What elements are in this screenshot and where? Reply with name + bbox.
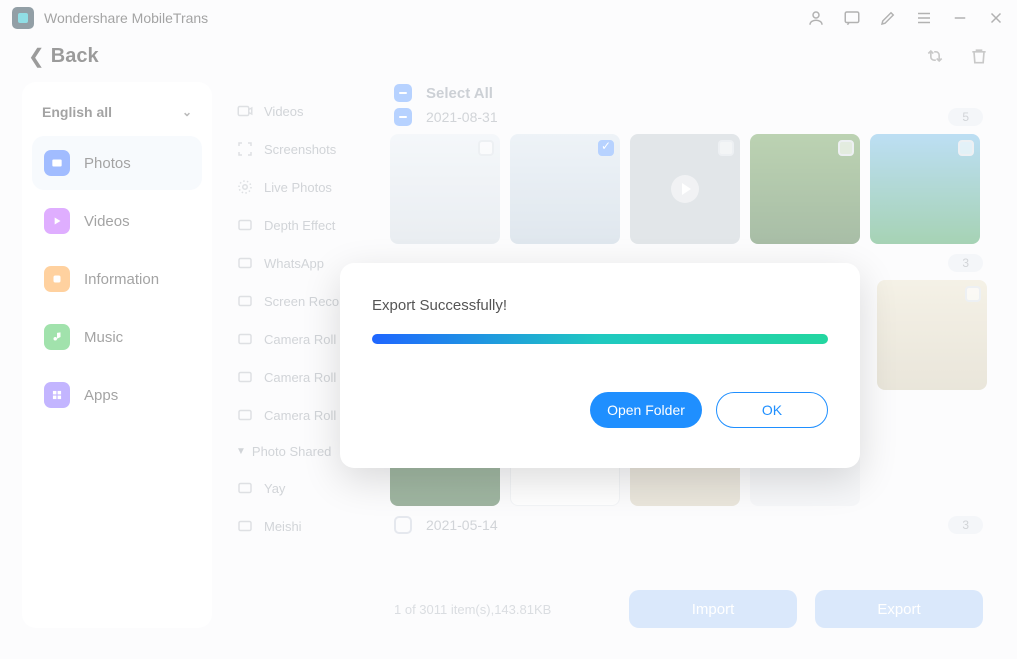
ok-button[interactable]: OK — [716, 392, 828, 428]
open-folder-button[interactable]: Open Folder — [590, 392, 702, 428]
export-success-modal: Export Successfully! Open Folder OK — [340, 263, 860, 468]
modal-buttons: Open Folder OK — [372, 392, 828, 428]
modal-title: Export Successfully! — [372, 297, 828, 314]
progress-bar — [372, 334, 828, 344]
